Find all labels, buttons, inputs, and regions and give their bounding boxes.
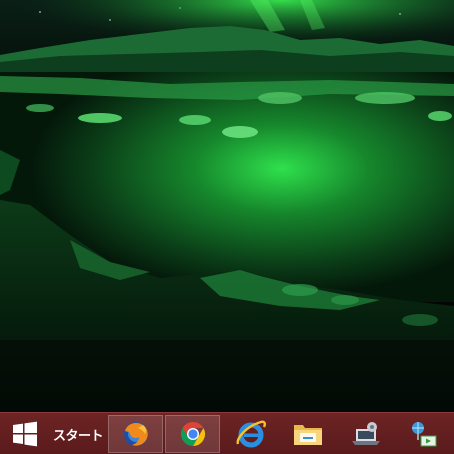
start-label: スタート (53, 428, 104, 444)
folder-icon (292, 419, 324, 449)
taskbar-item-internet-explorer[interactable] (223, 415, 278, 453)
taskbar-item-network[interactable] (395, 415, 450, 453)
network-globe-icon (407, 419, 439, 449)
taskbar-item-firefox[interactable] (108, 415, 163, 453)
aurora-landscape-image (0, 0, 454, 412)
taskbar-item-control-panel[interactable] (338, 415, 393, 453)
internet-explorer-icon (235, 418, 267, 450)
desktop-wallpaper (0, 0, 454, 412)
windows-logo-icon (11, 420, 39, 448)
taskbar: スタート (0, 412, 454, 454)
firefox-icon (121, 419, 151, 449)
chrome-icon (178, 419, 208, 449)
taskbar-item-chrome[interactable] (165, 415, 220, 453)
start-button[interactable]: スタート (0, 415, 104, 453)
taskbar-item-file-explorer[interactable] (280, 415, 335, 453)
laptop-settings-icon (350, 419, 382, 449)
